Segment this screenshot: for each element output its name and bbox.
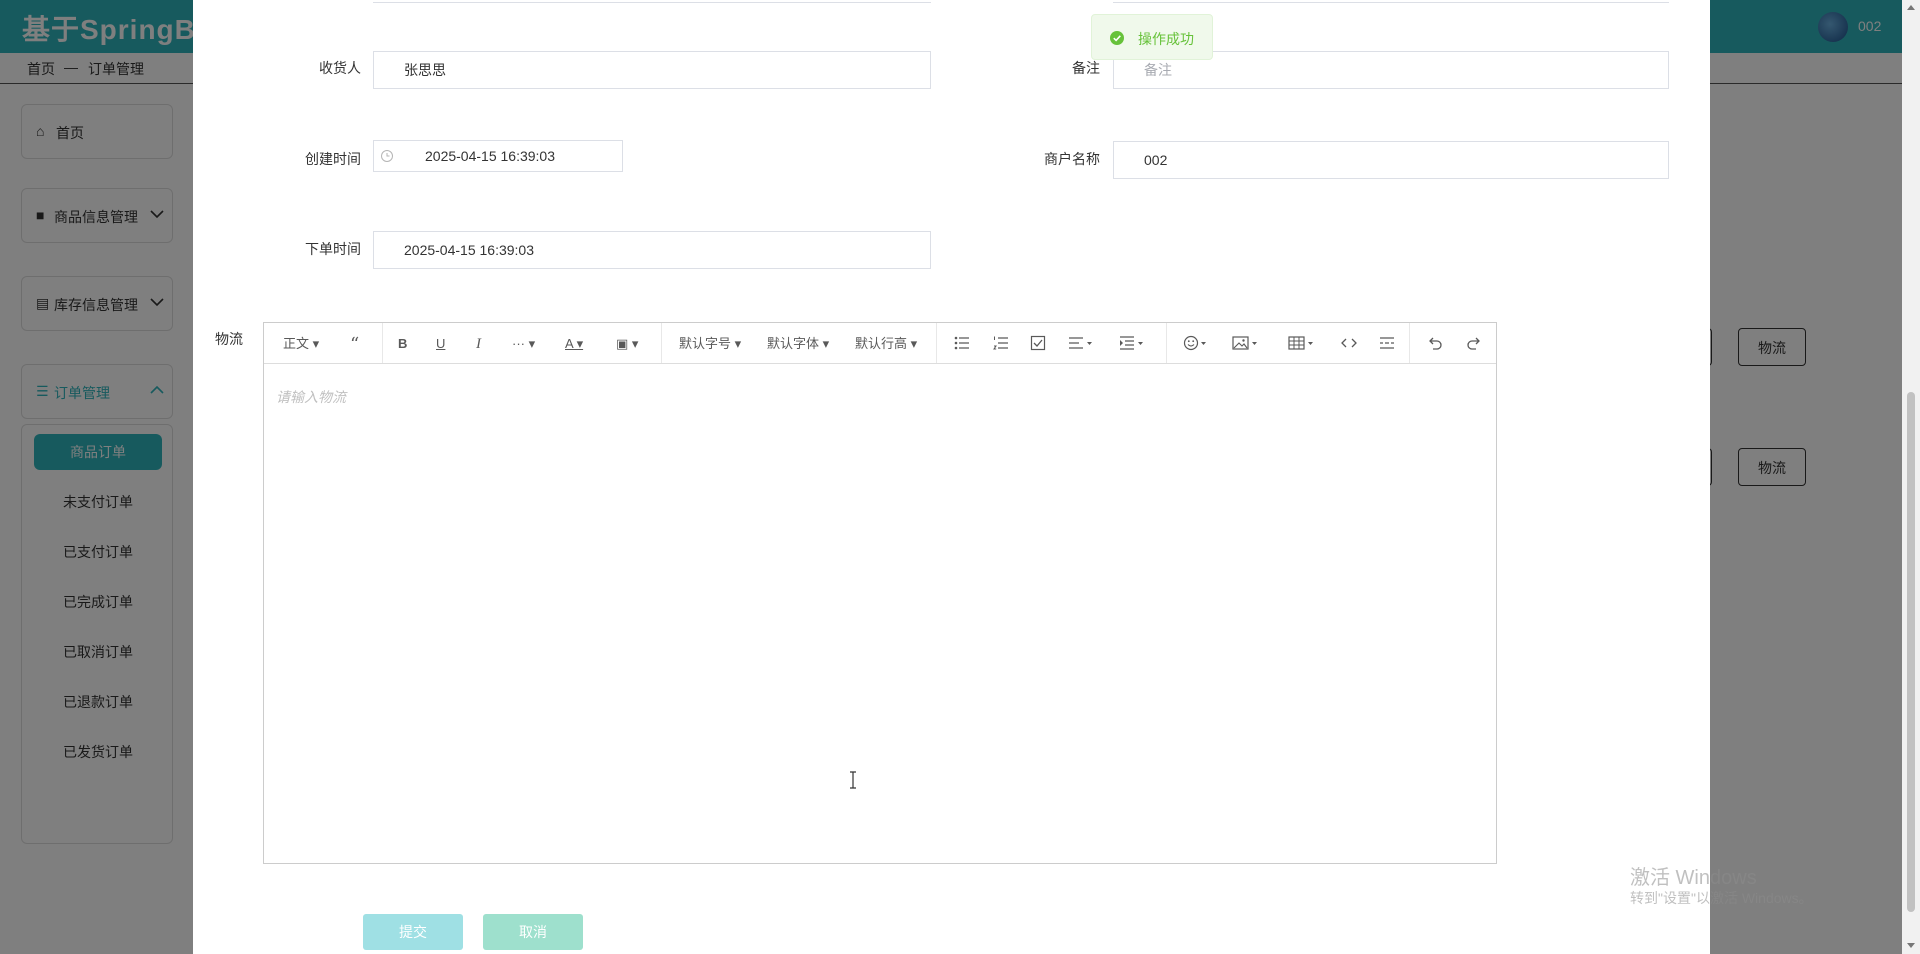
emoji-dropdown-icon[interactable] bbox=[1183, 335, 1209, 353]
submit-button[interactable]: 提交 bbox=[363, 914, 463, 950]
activation-watermark-text: 转到"设置"以激活 Windows。 bbox=[1630, 890, 1813, 906]
bulleted-list-icon[interactable] bbox=[954, 335, 970, 353]
receiver-label: 收货人 bbox=[319, 60, 361, 76]
created-time-picker[interactable]: 2025-04-15 16:39:03 bbox=[373, 140, 623, 172]
success-toast: 操作成功 bbox=[1091, 14, 1213, 60]
more-styles-label: ··· bbox=[512, 336, 525, 351]
toolbar-divider bbox=[1166, 323, 1167, 363]
remark-label: 备注 bbox=[1072, 60, 1100, 76]
todo-list-icon[interactable] bbox=[1030, 335, 1046, 353]
paragraph-dropdown[interactable]: 正文 ▾ bbox=[283, 335, 319, 353]
font-size-dropdown[interactable]: 默认字号 ▾ bbox=[679, 335, 741, 353]
bold-icon[interactable]: B bbox=[398, 335, 407, 353]
previous-field-edge bbox=[1113, 0, 1669, 3]
toolbar-divider bbox=[936, 323, 937, 363]
scrollbar-thumb[interactable] bbox=[1907, 392, 1915, 912]
paragraph-label: 正文 bbox=[283, 336, 310, 351]
clock-icon bbox=[381, 150, 393, 162]
logistics-label: 物流 bbox=[215, 331, 243, 347]
created-time-value: 2025-04-15 16:39:03 bbox=[425, 148, 555, 164]
order-time-input[interactable]: 2025-04-15 16:39:03 bbox=[373, 231, 931, 269]
align-dropdown-icon[interactable] bbox=[1068, 335, 1094, 353]
redo-icon[interactable] bbox=[1466, 335, 1482, 353]
code-icon[interactable] bbox=[1341, 335, 1357, 353]
line-height-label: 默认行高 bbox=[855, 336, 908, 351]
underline-icon[interactable]: U bbox=[436, 335, 445, 353]
toolbar-divider bbox=[661, 323, 662, 363]
editor-toolbar: 正文 ▾ “ B U I ··· ▾ A ▾ ▣ ▾ 默认字号 ▾ 默认字体 ▾… bbox=[264, 323, 1496, 364]
background-color-icon[interactable]: ▣ ▾ bbox=[616, 335, 638, 353]
undo-icon[interactable] bbox=[1427, 335, 1443, 353]
more-styles-dropdown[interactable]: ··· ▾ bbox=[512, 335, 535, 353]
cancel-button[interactable]: 取消 bbox=[483, 914, 583, 950]
previous-field-edge bbox=[373, 0, 931, 3]
logistics-rich-editor[interactable]: 正文 ▾ “ B U I ··· ▾ A ▾ ▣ ▾ 默认字号 ▾ 默认字体 ▾… bbox=[263, 322, 1497, 864]
order-time-label: 下单时间 bbox=[305, 241, 361, 257]
font-family-dropdown[interactable]: 默认字体 ▾ bbox=[767, 335, 829, 353]
toast-message: 操作成功 bbox=[1138, 31, 1194, 47]
font-color-icon[interactable]: A ▾ bbox=[565, 335, 583, 353]
image-dropdown-icon[interactable] bbox=[1232, 335, 1260, 353]
receiver-input[interactable]: 张思思 bbox=[373, 51, 931, 89]
font-family-label: 默认字体 bbox=[767, 336, 820, 351]
created-time-label: 创建时间 bbox=[305, 151, 361, 167]
svg-text:“: “ bbox=[350, 335, 359, 353]
scroll-up-icon[interactable] bbox=[1907, 5, 1915, 10]
numbered-list-icon[interactable] bbox=[993, 335, 1009, 353]
editor-placeholder: 请输入物流 bbox=[276, 389, 346, 405]
toolbar-divider bbox=[1409, 323, 1410, 363]
page-scrollbar[interactable] bbox=[1902, 0, 1920, 954]
edit-order-dialog: 收货人 张思思 备注 备注 创建时间 2025-04-15 16:39:03 商… bbox=[193, 0, 1710, 954]
merchant-name-input[interactable]: 002 bbox=[1113, 141, 1669, 179]
text-cursor-icon bbox=[850, 771, 856, 789]
divider-line-icon[interactable] bbox=[1379, 335, 1395, 353]
italic-icon[interactable]: I bbox=[476, 335, 481, 353]
table-dropdown-icon[interactable] bbox=[1288, 335, 1316, 353]
activation-watermark-title: 激活 Windows bbox=[1630, 867, 1757, 889]
scroll-down-icon[interactable] bbox=[1907, 943, 1915, 948]
toolbar-divider bbox=[382, 323, 383, 363]
check-circle-icon bbox=[1110, 31, 1124, 45]
font-size-label: 默认字号 bbox=[679, 336, 732, 351]
line-height-dropdown[interactable]: 默认行高 ▾ bbox=[855, 335, 917, 353]
merchant-name-label: 商户名称 bbox=[1044, 151, 1100, 167]
indent-dropdown-icon[interactable] bbox=[1119, 335, 1145, 353]
quote-icon[interactable]: “ bbox=[350, 335, 364, 353]
